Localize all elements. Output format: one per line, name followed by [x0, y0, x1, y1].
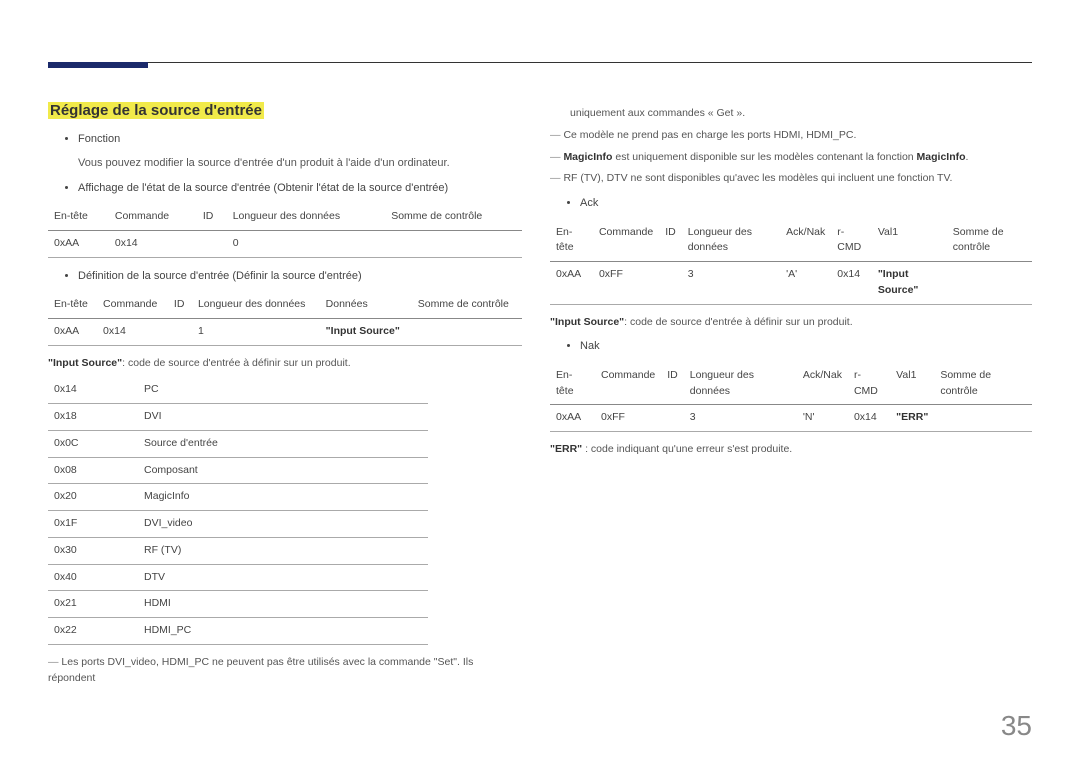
th: Longueur des données	[192, 292, 320, 318]
th: Longueur des données	[682, 220, 780, 262]
table-row: 0x30RF (TV)	[48, 537, 428, 564]
th: Somme de contrôle	[934, 363, 1032, 405]
table-row: 0x08Composant	[48, 457, 428, 484]
table-row: 0x1FDVI_video	[48, 511, 428, 538]
table-row: 0x40DTV	[48, 564, 428, 591]
th: Val1	[872, 220, 947, 262]
th: ID	[197, 204, 227, 230]
th: En-tête	[48, 204, 109, 230]
th: Longueur des données	[684, 363, 797, 405]
th: Somme de contrôle	[385, 204, 522, 230]
table-row: 0xAA 0x14 0	[48, 230, 522, 257]
table-row: 0x0CSource d'entrée	[48, 430, 428, 457]
th: ID	[659, 220, 682, 262]
bullet-affichage: Affichage de l'état de la source d'entré…	[78, 180, 522, 197]
page-number: 35	[1001, 705, 1032, 747]
table-row: 0x21HDMI	[48, 591, 428, 618]
section-heading: Réglage de la source d'entrée	[48, 102, 264, 119]
table-ack: En-tête Commande ID Longueur des données…	[550, 220, 1032, 305]
th: Commande	[593, 220, 659, 262]
table-row: 0xAA 0xFF 3 'A' 0x14 "Input Source"	[550, 262, 1032, 305]
note-ports: Les ports DVI_video, HDMI_PC ne peuvent …	[48, 655, 522, 687]
bullet-fonction: Fonction	[78, 131, 522, 148]
table-row: 0x20MagicInfo	[48, 484, 428, 511]
table-row: 0xAA 0xFF 3 'N' 0x14 "ERR"	[550, 405, 1032, 432]
table-nak: En-tête Commande ID Longueur des données…	[550, 363, 1032, 432]
th: En-tête	[550, 363, 595, 405]
th: ID	[661, 363, 684, 405]
table-get-status: En-tête Commande ID Longueur des données…	[48, 204, 522, 258]
table-row: 0x14PC	[48, 377, 428, 403]
note-get-only: uniquement aux commandes « Get ».	[570, 106, 1032, 122]
table-row: 0xAA 0x14 1 "Input Source"	[48, 318, 522, 345]
fonction-desc: Vous pouvez modifier la source d'entrée …	[78, 155, 522, 172]
th: Commande	[109, 204, 197, 230]
th: Commande	[595, 363, 661, 405]
bullet-ack: Ack	[580, 195, 1032, 212]
th: Val1	[890, 363, 934, 405]
bullet-definition: Définition de la source d'entrée (Défini…	[78, 268, 522, 285]
note-model: Ce modèle ne prend pas en charge les por…	[550, 128, 1032, 144]
note-rf: RF (TV), DTV ne sont disponibles qu'avec…	[550, 171, 1032, 187]
th: Somme de contrôle	[947, 220, 1032, 262]
th: Données	[320, 292, 412, 318]
th: Commande	[97, 292, 168, 318]
th: ID	[168, 292, 192, 318]
table-source-codes: 0x14PC 0x18DVI 0x0CSource d'entrée 0x08C…	[48, 377, 428, 645]
inputsource-definition-2: "Input Source": code de source d'entrée …	[550, 315, 1032, 331]
table-set-source: En-tête Commande ID Longueur des données…	[48, 292, 522, 346]
th: Ack/Nak	[780, 220, 831, 262]
note-magicinfo: MagicInfo est uniquement disponible sur …	[550, 150, 1032, 166]
th: Longueur des données	[227, 204, 386, 230]
th: En-tête	[550, 220, 593, 262]
th: r-CMD	[848, 363, 890, 405]
bullet-nak: Nak	[580, 338, 1032, 355]
err-definition: "ERR" : code indiquant qu'une erreur s'e…	[550, 442, 1032, 458]
th: Somme de contrôle	[412, 292, 522, 318]
th: Ack/Nak	[797, 363, 848, 405]
th: r-CMD	[831, 220, 872, 262]
table-row: 0x18DVI	[48, 404, 428, 431]
table-row: 0x22HDMI_PC	[48, 618, 428, 645]
inputsource-definition: "Input Source": code de source d'entrée …	[48, 356, 522, 372]
th: En-tête	[48, 292, 97, 318]
